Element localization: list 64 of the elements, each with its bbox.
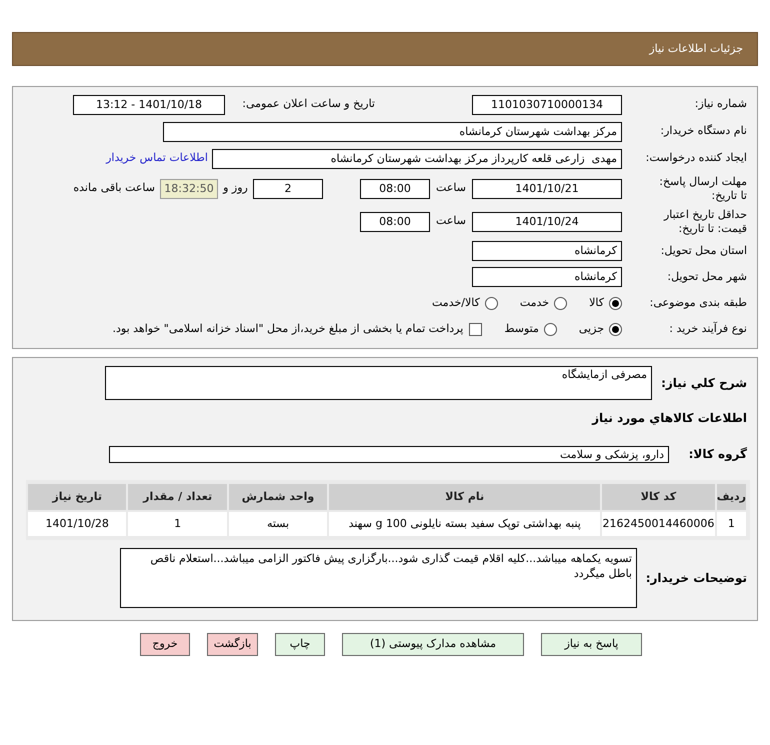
field-label: شماره نیاز:	[694, 96, 747, 112]
radio-label: کالا	[589, 294, 604, 311]
requester-field: مهدی زارعی قلعه کارپرداز مرکز بهداشت شهرستان کرمانشاه	[212, 148, 622, 168]
column-header: تعداد / مقدار	[128, 484, 227, 510]
radio-button[interactable]	[554, 296, 568, 310]
field-label: نام دستگاه خریدار:	[659, 123, 747, 140]
radio-label: متوسط	[504, 320, 539, 337]
field-label: شهر محل تحویل:	[666, 268, 747, 285]
column-header: ردیف	[716, 484, 746, 510]
field-label: طبقه بندی موضوعی:	[648, 294, 747, 311]
field-label: حداقل تاریخ اعتبار قیمت: تا تاریخ:	[662, 208, 747, 236]
need-number-field: 1101030710000134	[472, 94, 622, 114]
field-label: تاریخ و ساعت اعلان عمومی:	[241, 96, 375, 112]
field-label: ساعت	[435, 180, 467, 196]
date-field: 1401/10/24	[472, 212, 622, 232]
announce-date-field: 1401/10/18 - 13:12	[73, 94, 225, 114]
field-label: نوع فرآیند خرید :	[668, 320, 747, 337]
contact-link[interactable]: اطلاعات تماس خریدار	[106, 150, 208, 167]
city-field: کرمانشاه	[472, 267, 622, 287]
table-cell: 2162450014460006	[602, 512, 715, 536]
goods-group-field: دارو، پزشکی و سلامت	[109, 446, 669, 462]
table-cell: 1	[128, 512, 227, 536]
radio-button[interactable]	[544, 322, 557, 336]
action-button[interactable]: چاپ	[275, 633, 325, 656]
page-title: جزئیات اطلاعات نیاز	[649, 40, 743, 57]
buyer-org-field: مرکز بهداشت شهرستان کرمانشاه	[163, 122, 622, 142]
radio-button[interactable]	[609, 322, 622, 336]
radio-label: جزیی	[578, 320, 604, 337]
section-heading: اطلاعات كالاهاي مورد نياز	[592, 410, 747, 427]
province-field: کرمانشاه	[472, 241, 622, 261]
field-label: مهلت ارسال پاسخ: تا تاریخ:	[658, 174, 747, 202]
field-label: شرح کلي نياز:	[660, 375, 747, 392]
date-field: 1401/10/21	[472, 178, 622, 198]
field-label: ساعت	[435, 213, 467, 230]
field-label: ساعت باقی مانده	[73, 180, 155, 196]
time-field: 08:00	[360, 212, 430, 232]
column-header: تاریخ نیاز	[28, 484, 126, 510]
field-label: استان محل تحویل:	[660, 242, 747, 259]
checkbox[interactable]	[469, 322, 482, 336]
table-cell: پنبه بهداشتی توپک سفید بسته نایلونی 100 g سهند	[329, 512, 600, 536]
field-label: توضیحات خریدار:	[644, 570, 747, 587]
remaining-time-field: 18:32:50	[160, 178, 218, 198]
radio-button[interactable]	[609, 296, 622, 310]
summary-field: مصرفی ازمایشگاه	[105, 366, 652, 400]
action-button[interactable]: خروج	[140, 633, 190, 656]
field-label: گروه کالا:	[688, 446, 747, 463]
days-field: 2	[253, 178, 323, 198]
action-button[interactable]: مشاهده مدارک پیوستی (1)	[342, 633, 524, 656]
column-header: کد کالا	[602, 484, 715, 510]
table-cell: بسته	[228, 512, 328, 536]
column-header: نام کالا	[329, 484, 600, 510]
action-button[interactable]: پاسخ به نیاز	[541, 633, 642, 656]
field-label: روز و	[222, 180, 249, 196]
buyer-notes-field: تسویه یکماهه میباشد...کلیه اقلام قیمت گذاری شود...بارگزاری پیش فاکتور الزامی میباشد...استعلام ناقص باطل میگردد	[120, 548, 637, 608]
table-cell: 1401/10/28	[28, 512, 126, 536]
action-button[interactable]: بازگشت	[207, 633, 258, 656]
radio-label: خدمت	[520, 294, 550, 311]
radio-button[interactable]	[484, 296, 498, 310]
checkbox-label: پرداخت تمام یا بخشی از مبلغ خرید،از محل "اسناد خزانه اسلامی" خواهد بود.	[112, 320, 464, 337]
table-cell: 1	[716, 512, 746, 536]
radio-label: کالا/خدمت	[432, 294, 480, 311]
field-label: ایجاد کننده درخواست:	[644, 150, 747, 166]
column-header: واحد شمارش	[228, 484, 328, 510]
time-field: 08:00	[360, 178, 430, 198]
